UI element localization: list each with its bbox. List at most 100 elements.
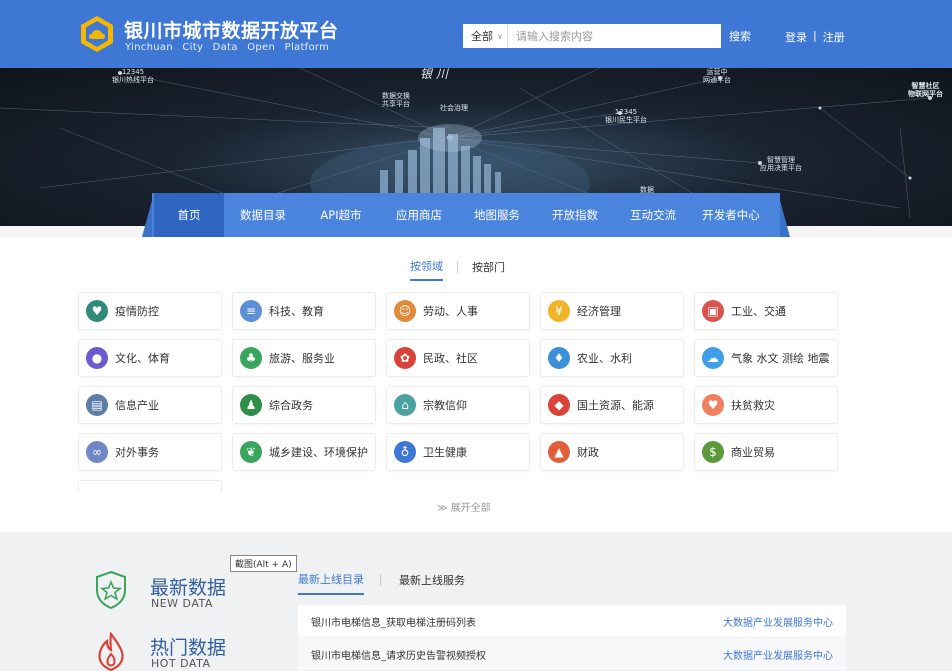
hot-data-subtitle: HOT DATA: [151, 657, 211, 670]
nav-home[interactable]: 首页: [154, 193, 224, 237]
search-button[interactable]: 搜索: [721, 24, 759, 48]
category-label: 农业、水利: [577, 352, 632, 365]
item-title[interactable]: 银川市电梯信息_请求历史告警视频授权: [311, 647, 486, 662]
search-bar: 全部 ∨ 搜索: [463, 24, 759, 48]
nav-data-catalog[interactable]: 数据目录: [224, 193, 302, 237]
auth-divider: |: [813, 29, 817, 42]
category-label: 卫生健康: [423, 446, 467, 459]
stamp-icon: ♟: [240, 394, 262, 416]
category-label: 城乡建设、环境保护: [269, 446, 368, 459]
category-card[interactable]: ♦ 农业、水利: [540, 339, 684, 377]
screenshot-tooltip: 截图(Alt + A): [230, 555, 297, 572]
category-card[interactable]: ☺ 劳动、人事: [386, 292, 530, 330]
category-card[interactable]: ◆ 国土资源、能源: [540, 386, 684, 424]
map-icon: ◆: [548, 394, 570, 416]
badge-icon: ✿: [394, 347, 416, 369]
banner-node-label: 运营中 网通平台: [703, 68, 731, 84]
new-data-subtitle: NEW DATA: [151, 597, 213, 610]
chart-up-icon: ▲: [548, 441, 570, 463]
heart-hand-icon: ♥: [702, 394, 724, 416]
category-label: 旅游、服务业: [269, 352, 335, 365]
category-card[interactable]: ∞ 对外事务: [78, 433, 222, 471]
category-card[interactable]: ♥ 扶贫救灾: [694, 386, 838, 424]
category-label: 气象 水文 测绘 地震: [731, 352, 830, 365]
moneybag-icon: $: [702, 441, 724, 463]
train-icon: ▣: [702, 300, 724, 322]
register-link[interactable]: 注册: [823, 29, 845, 45]
category-card[interactable]: ♣ 旅游、服务业: [232, 339, 376, 377]
drop-icon: ♦: [548, 347, 570, 369]
login-link[interactable]: 登录: [785, 29, 807, 45]
category-card[interactable]: ❦ 城乡建设、环境保护: [232, 433, 376, 471]
category-tabs: 按领域 按部门: [410, 258, 505, 281]
category-label: 经济管理: [577, 305, 621, 318]
list-item[interactable]: 银川市电梯信息_请求历史告警视频授权 大数据产业发展服务中心: [298, 638, 846, 670]
chevron-down-icon: ∨: [497, 31, 503, 41]
site-title[interactable]: 银川市城市数据开放平台: [124, 16, 339, 43]
leaf-icon: ❦: [240, 441, 262, 463]
temple-icon: ⌂: [394, 394, 416, 416]
latest-tabs: 最新上线目录 最新上线服务: [298, 571, 465, 595]
category-label: 劳动、人事: [423, 305, 478, 318]
category-card[interactable]: $ 商业贸易: [694, 433, 838, 471]
nav-api-market[interactable]: API超市: [302, 193, 380, 237]
tab-latest-catalog[interactable]: 最新上线目录: [298, 571, 364, 595]
category-card[interactable]: ♟ 综合政务: [232, 386, 376, 424]
banner-node-label: 数据交换 共享平台: [382, 92, 410, 108]
nav-app-store[interactable]: 应用商店: [380, 193, 458, 237]
nav-open-index[interactable]: 开放指数: [536, 193, 614, 237]
search-scope-select[interactable]: 全部 ∨: [463, 24, 508, 48]
category-label: 工业、交通: [731, 305, 786, 318]
banner-node-label: 智慧社区 物联网平台: [908, 82, 943, 98]
item-title[interactable]: 银川市电梯信息_获取电梯注册码列表: [311, 614, 476, 629]
cloud-icon: ☁: [702, 347, 724, 369]
mask-icon: ♥: [86, 300, 108, 322]
auth-links: 登录 | 注册: [785, 29, 845, 45]
search-scope-label: 全部: [471, 30, 493, 43]
category-label: 文化、体育: [115, 352, 170, 365]
chevron-double-down-icon: ≫: [437, 503, 448, 514]
banner-city-label: 银 川: [420, 68, 448, 81]
tab-by-domain[interactable]: 按领域: [410, 258, 443, 281]
nav-map-service[interactable]: 地图服务: [458, 193, 536, 237]
item-source[interactable]: 大数据产业发展服务中心: [723, 647, 833, 662]
category-card[interactable]: ♁ 卫生健康: [386, 433, 530, 471]
category-label: 信息产业: [115, 399, 159, 412]
category-card[interactable]: ☁ 气象 水文 测绘 地震: [694, 339, 838, 377]
nav-interaction[interactable]: 互动交流: [614, 193, 692, 237]
nav-developer-center[interactable]: 开发者中心: [692, 193, 770, 237]
item-source[interactable]: 大数据产业发展服务中心: [723, 614, 833, 629]
search-input[interactable]: [508, 24, 719, 48]
list-item[interactable]: 银川市电梯信息_获取电梯注册码列表 大数据产业发展服务中心: [298, 605, 846, 637]
category-label: 宗教信仰: [423, 399, 467, 412]
category-card[interactable]: ♥ 疫情防控: [78, 292, 222, 330]
tab-latest-service[interactable]: 最新上线服务: [399, 572, 465, 594]
site-subtitle: Yinchuan City Data Open Platform: [125, 42, 330, 53]
category-card[interactable]: ▣ 工业、交通: [694, 292, 838, 330]
category-card[interactable]: ▲ 财政: [540, 433, 684, 471]
category-label: 科技、教育: [269, 305, 324, 318]
category-card[interactable]: ▤ 信息产业: [78, 386, 222, 424]
books-icon: ≡: [240, 300, 262, 322]
category-card[interactable]: ✿ 民政、社区: [386, 339, 530, 377]
category-card[interactable]: ● 文化、体育: [78, 339, 222, 377]
category-card[interactable]: ¥ 经济管理: [540, 292, 684, 330]
category-card-partial[interactable]: [78, 480, 222, 492]
category-card[interactable]: ⌂ 宗教信仰: [386, 386, 530, 424]
main-nav: 首页 数据目录 API超市 应用商店 地图服务 开放指数 互动交流 开发者中心: [152, 193, 780, 237]
category-card[interactable]: ≡ 科技、教育: [232, 292, 376, 330]
new-data-title: 最新数据: [150, 577, 227, 599]
banner-node-label: 智慧管理 应用决策平台: [760, 156, 802, 172]
category-label: 扶贫救灾: [731, 399, 775, 412]
category-grid: ♥ 疫情防控 ≡ 科技、教育 ☺ 劳动、人事 ¥ 经济管理 ▣ 工业、交通 ● 文化、体育 ♣ 旅游、服务…: [78, 292, 838, 471]
category-label: 疫情防控: [115, 305, 159, 318]
handshake-icon: ∞: [86, 441, 108, 463]
tab-by-department[interactable]: 按部门: [472, 259, 505, 280]
expand-all-button[interactable]: ≫ 展开全部: [437, 499, 491, 514]
hot-data-title: 热门数据: [150, 637, 227, 659]
people-icon: ☺: [394, 300, 416, 322]
category-label: 民政、社区: [423, 352, 478, 365]
palm-icon: ♣: [240, 347, 262, 369]
stethoscope-icon: ♁: [394, 441, 416, 463]
logo-icon[interactable]: [80, 15, 114, 53]
